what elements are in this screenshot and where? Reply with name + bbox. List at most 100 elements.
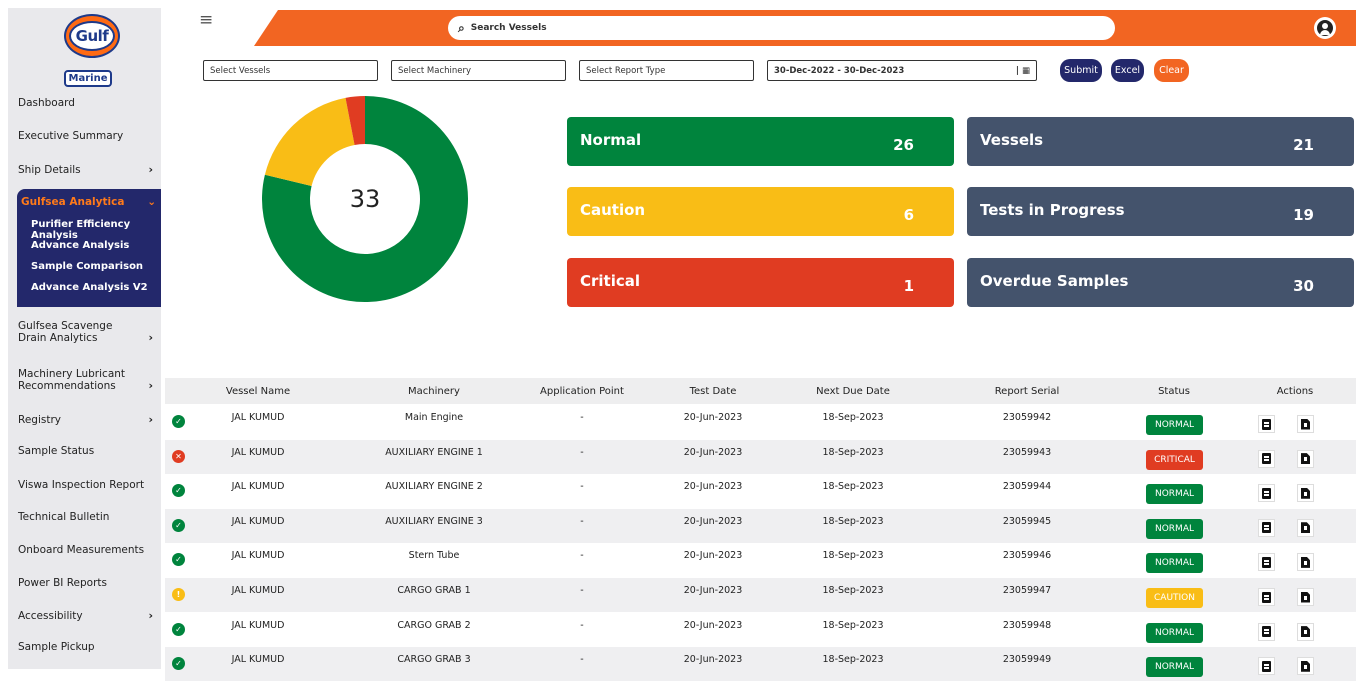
hamburger-menu-icon[interactable]: ≡ bbox=[199, 10, 213, 30]
col-report-serial[interactable]: Report Serial bbox=[995, 386, 1060, 397]
critical-count-card[interactable]: Critical 1 bbox=[567, 258, 954, 307]
card-label: Normal bbox=[580, 131, 642, 149]
card-label: Caution bbox=[580, 201, 646, 219]
vessels-count-card[interactable]: Vessels 21 bbox=[967, 117, 1354, 166]
view-report-button[interactable] bbox=[1258, 415, 1275, 433]
sidebar-item-label: Executive Summary bbox=[18, 130, 124, 142]
download-report-button[interactable] bbox=[1297, 588, 1314, 606]
sidebar-subitem-advance-analysis[interactable]: Advance Analysis bbox=[31, 240, 129, 251]
gulf-logo-disc: Gulf bbox=[64, 14, 120, 58]
select-report-type-dropdown[interactable]: Select Report Type bbox=[579, 60, 754, 81]
table-row[interactable]: ✓ JAL KUMUD Stern Tube - 20-Jun-2023 18-Sep-2… bbox=[165, 543, 1356, 577]
normal-status-icon: ✓ bbox=[172, 484, 185, 498]
sidebar-subitem-advance-analysis-v2[interactable]: Advance Analysis V2 bbox=[31, 282, 148, 293]
cell-app-point: - bbox=[580, 550, 584, 562]
col-vessel-name[interactable]: Vessel Name bbox=[226, 386, 290, 397]
donut-slice-caution[interactable] bbox=[264, 97, 355, 187]
report-icon bbox=[1262, 660, 1271, 672]
cell-app-point: - bbox=[580, 654, 584, 666]
sidebar-item-onboard-measurements[interactable]: Onboard Measurements bbox=[18, 544, 153, 556]
chevron-right-icon: › bbox=[148, 379, 153, 392]
col-application-point[interactable]: Application Point bbox=[540, 386, 624, 397]
view-report-button[interactable] bbox=[1258, 588, 1275, 606]
chevron-right-icon: › bbox=[148, 609, 153, 622]
sidebar-subitem-sample-comparison[interactable]: Sample Comparison bbox=[31, 261, 143, 272]
card-value: 21 bbox=[1293, 136, 1314, 154]
download-report-button[interactable] bbox=[1297, 449, 1314, 468]
sidebar-subitem-purifier[interactable]: Purifier Efficiency Analysis bbox=[31, 219, 161, 241]
table-header: Vessel Name Machinery Application Point … bbox=[165, 378, 1356, 404]
download-report-button[interactable] bbox=[1297, 553, 1314, 572]
sidebar-item-label: Registry bbox=[18, 413, 61, 426]
download-icon bbox=[1301, 626, 1310, 638]
col-status[interactable]: Status bbox=[1158, 386, 1190, 397]
status-badge: CRITICAL bbox=[1146, 449, 1203, 470]
tests-in-progress-card[interactable]: Tests in Progress 19 bbox=[967, 187, 1354, 236]
cell-serial: 23059944 bbox=[1002, 481, 1052, 493]
cell-machinery: AUXILIARY ENGINE 3 bbox=[385, 515, 483, 527]
user-avatar-icon[interactable] bbox=[1314, 17, 1336, 39]
col-actions[interactable]: Actions bbox=[1277, 386, 1314, 397]
table-row[interactable]: ✓ JAL KUMUD AUXILIARY ENGINE 2 - 20-Jun-2023… bbox=[165, 474, 1356, 508]
cell-machinery: Main Engine bbox=[404, 412, 464, 423]
status-badge: NORMAL bbox=[1146, 415, 1203, 435]
download-report-button[interactable] bbox=[1297, 657, 1314, 676]
logo-text: Gulf bbox=[69, 21, 115, 51]
sidebar-item-power-bi[interactable]: Power BI Reports bbox=[18, 577, 153, 589]
sidebar-item-sample-pickup[interactable]: Sample Pickup bbox=[18, 641, 153, 653]
sidebar-item-viswa-inspection[interactable]: Viswa Inspection Report bbox=[18, 479, 153, 491]
download-report-button[interactable] bbox=[1297, 415, 1314, 433]
cell-serial: 23059948 bbox=[1002, 619, 1052, 631]
status-badge: NORMAL bbox=[1146, 622, 1203, 643]
view-report-button[interactable] bbox=[1258, 484, 1275, 503]
col-machinery[interactable]: Machinery bbox=[408, 386, 460, 397]
clear-button[interactable]: Clear bbox=[1154, 59, 1189, 82]
cell-next-due: 18-Sep-2023 bbox=[822, 515, 884, 527]
sidebar-item-scavenge-drain[interactable]: Gulfsea Scavenge Drain Analytics › bbox=[18, 318, 153, 344]
table-row[interactable]: ✓ JAL KUMUD AUXILIARY ENGINE 3 - 20-Jun-2023… bbox=[165, 508, 1356, 543]
cell-machinery: CARGO GRAB 2 bbox=[397, 619, 471, 631]
table-row[interactable]: ✓ JAL KUMUD CARGO GRAB 2 - 20-Jun-2023 18-Sep… bbox=[165, 613, 1356, 647]
view-report-button[interactable] bbox=[1258, 518, 1275, 537]
download-report-button[interactable] bbox=[1297, 518, 1314, 537]
view-report-button[interactable] bbox=[1258, 449, 1275, 468]
sidebar-item-ship-details[interactable]: Ship Details › bbox=[18, 163, 153, 176]
sidebar-item-registry[interactable]: Registry › bbox=[18, 413, 153, 426]
sidebar-item-dashboard[interactable]: Dashboard bbox=[18, 97, 153, 109]
date-range-picker[interactable]: 30-Dec-2022 - 30-Dec-2023 | ▦ bbox=[767, 60, 1037, 81]
col-test-date[interactable]: Test Date bbox=[690, 386, 737, 397]
sidebar-item-technical-bulletin[interactable]: Technical Bulletin bbox=[18, 511, 153, 523]
select-machinery-dropdown[interactable]: Select Machinery bbox=[391, 60, 566, 81]
search-input[interactable]: ⌕ Search Vessels bbox=[448, 16, 1115, 40]
status-badge: NORMAL bbox=[1146, 657, 1203, 678]
sidebar-group-header[interactable]: Gulfsea Analytica ⌄ bbox=[21, 196, 156, 208]
table-row[interactable]: ✓ JAL KUMUD CARGO GRAB 3 - 20-Jun-2023 18-Sep… bbox=[165, 647, 1356, 681]
caution-count-card[interactable]: Caution 6 bbox=[567, 187, 954, 236]
cell-test-date: 20-Jun-2023 bbox=[683, 654, 743, 666]
select-vessels-dropdown[interactable]: Select Vessels bbox=[203, 60, 378, 81]
download-icon bbox=[1301, 418, 1310, 430]
normal-status-icon: ✓ bbox=[172, 657, 185, 671]
overdue-samples-card[interactable]: Overdue Samples 30 bbox=[967, 258, 1354, 307]
table-row[interactable]: ✕ JAL KUMUD AUXILIARY ENGINE 1 - 20-Jun-2023… bbox=[165, 439, 1356, 474]
cell-vessel: JAL KUMUD bbox=[231, 412, 285, 423]
download-report-button[interactable] bbox=[1297, 622, 1314, 641]
view-report-button[interactable] bbox=[1258, 622, 1275, 641]
critical-status-icon: ✕ bbox=[172, 449, 185, 463]
excel-button[interactable]: Excel bbox=[1111, 59, 1144, 82]
sidebar-item-lubricant-recommendations[interactable]: Machinery Lubricant Recommendations › bbox=[18, 366, 153, 392]
col-next-due-date[interactable]: Next Due Date bbox=[816, 386, 890, 397]
table-row[interactable]: ! JAL KUMUD CARGO GRAB 1 - 20-Jun-2023 18-Sep… bbox=[165, 578, 1356, 612]
table-row[interactable]: ✓ JAL KUMUD Main Engine - 20-Jun-2023 18-Sep-… bbox=[165, 405, 1356, 439]
view-report-button[interactable] bbox=[1258, 657, 1275, 676]
normal-count-card[interactable]: Normal 26 bbox=[567, 117, 954, 166]
submit-button[interactable]: Submit bbox=[1060, 59, 1102, 82]
sidebar-item-accessibility[interactable]: Accessibility › bbox=[18, 609, 153, 622]
sidebar-item-sample-status[interactable]: Sample Status bbox=[18, 445, 153, 457]
cell-test-date: 20-Jun-2023 bbox=[683, 585, 743, 596]
download-report-button[interactable] bbox=[1297, 484, 1314, 503]
sidebar-item-executive-summary[interactable]: Executive Summary bbox=[18, 130, 153, 142]
card-value: 1 bbox=[903, 277, 914, 295]
date-range-value: 30-Dec-2022 - 30-Dec-2023 bbox=[774, 65, 905, 76]
view-report-button[interactable] bbox=[1258, 553, 1275, 572]
